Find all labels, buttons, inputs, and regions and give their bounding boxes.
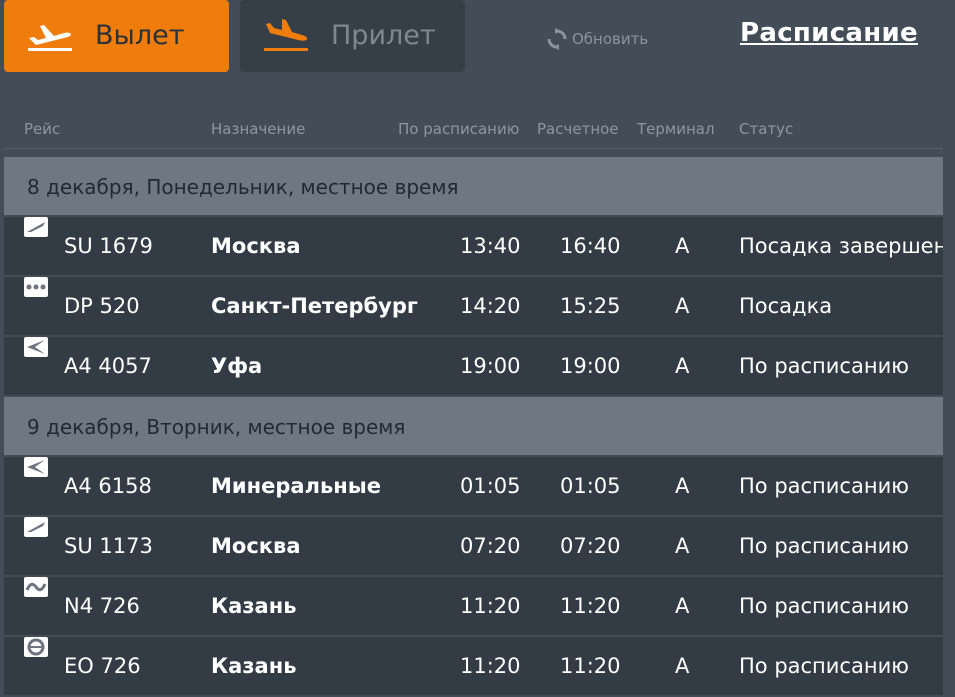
flight-terminal: A [675, 594, 690, 618]
flight-estimated-time: 11:20 [560, 654, 621, 678]
flight-terminal: A [675, 234, 690, 258]
flight-row[interactable]: A4 6158 Минеральные 01:05 01:05 A По рас… [4, 457, 943, 517]
flight-terminal: A [675, 534, 690, 558]
plane-landing-icon [264, 19, 308, 51]
pobeda-logo-icon [24, 277, 48, 297]
flight-number: A4 4057 [64, 354, 152, 378]
schedule-link[interactable]: Расписание [740, 18, 918, 48]
flight-scheduled-time: 14:20 [460, 294, 521, 318]
flight-scheduled-time: 07:20 [460, 534, 521, 558]
flight-row[interactable]: A4 4057 Уфа 19:00 19:00 A По расписанию [4, 337, 943, 397]
flight-status: По расписанию [739, 474, 909, 498]
flight-destination: Москва [211, 534, 301, 558]
flight-scheduled-time: 11:20 [460, 594, 521, 618]
flight-number: N4 726 [64, 594, 140, 618]
flight-number: A4 6158 [64, 474, 152, 498]
plane-takeoff-icon [28, 25, 72, 51]
flight-status: По расписанию [739, 354, 909, 378]
flight-terminal: A [675, 354, 690, 378]
refresh-label: Обновить [572, 30, 649, 48]
day-header: 8 декабря, Понедельник, местное время [4, 157, 943, 217]
flight-row[interactable]: SU 1679 Москва 13:40 16:40 A Посадка зав… [4, 217, 943, 277]
nordavia-logo-icon [24, 457, 48, 477]
flight-number: EO 726 [64, 654, 141, 678]
flight-scheduled-time: 01:05 [460, 474, 521, 498]
column-header-scheduled: По расписанию [398, 120, 520, 138]
flight-estimated-time: 07:20 [560, 534, 621, 558]
flight-row[interactable]: DP 520 Санкт-Петербург 14:20 15:25 A Пос… [4, 277, 943, 337]
column-header-status: Статус [739, 120, 794, 138]
flight-row[interactable]: EO 726 Казань 11:20 11:20 A По расписани… [4, 637, 943, 697]
flight-list: 8 декабря, Понедельник, местное время SU… [4, 157, 943, 697]
flight-estimated-time: 11:20 [560, 594, 621, 618]
flight-scheduled-time: 13:40 [460, 234, 521, 258]
flight-number: DP 520 [64, 294, 140, 318]
flight-row[interactable]: N4 726 Казань 11:20 11:20 A По расписани… [4, 577, 943, 637]
flight-status: По расписанию [739, 594, 909, 618]
flight-destination: Казань [211, 594, 297, 618]
flight-scheduled-time: 11:20 [460, 654, 521, 678]
flight-terminal: A [675, 654, 690, 678]
flight-estimated-time: 01:05 [560, 474, 621, 498]
aeroflot-logo-icon [24, 517, 48, 537]
nordwind-logo-icon [24, 577, 48, 597]
flight-estimated-time: 19:00 [560, 354, 621, 378]
column-header-flight: Рейс [24, 120, 61, 138]
flight-destination: Санкт-Петербург [211, 294, 418, 318]
aeroflot-logo-icon [24, 217, 48, 237]
day-header: 9 декабря, Вторник, местное время [4, 397, 943, 457]
flight-destination: Уфа [211, 354, 263, 378]
refresh-icon [547, 28, 567, 50]
flight-scheduled-time: 19:00 [460, 354, 521, 378]
flight-destination: Москва [211, 234, 301, 258]
flight-destination: Минеральные [211, 474, 381, 498]
top-bar: Вылет Прилет Обновить Расписание [0, 0, 955, 80]
flight-estimated-time: 16:40 [560, 234, 621, 258]
departures-tab[interactable]: Вылет [4, 0, 229, 72]
departures-tab-label: Вылет [95, 20, 185, 51]
column-header-estimated: Расчетное [537, 120, 619, 138]
arrivals-tab-label: Прилет [331, 20, 436, 51]
flight-terminal: A [675, 294, 690, 318]
flight-number: SU 1173 [64, 534, 153, 558]
flight-estimated-time: 15:25 [560, 294, 621, 318]
flight-status: Посадка завершена [739, 234, 943, 258]
ikar-logo-icon [24, 637, 48, 657]
column-header-terminal: Терминал [637, 120, 715, 138]
flight-number: SU 1679 [64, 234, 153, 258]
column-header-destination: Назначение [211, 120, 306, 138]
flight-terminal: A [675, 474, 690, 498]
flight-status: Посадка [739, 294, 833, 318]
column-headers: Рейс Назначение По расписанию Расчетное … [4, 118, 943, 149]
nordavia-logo-icon [24, 337, 48, 357]
flight-status: По расписанию [739, 534, 909, 558]
flight-destination: Казань [211, 654, 297, 678]
arrivals-tab[interactable]: Прилет [240, 0, 465, 72]
refresh-button[interactable]: Обновить [546, 28, 648, 50]
flight-status: По расписанию [739, 654, 909, 678]
flight-row[interactable]: SU 1173 Москва 07:20 07:20 A По расписан… [4, 517, 943, 577]
